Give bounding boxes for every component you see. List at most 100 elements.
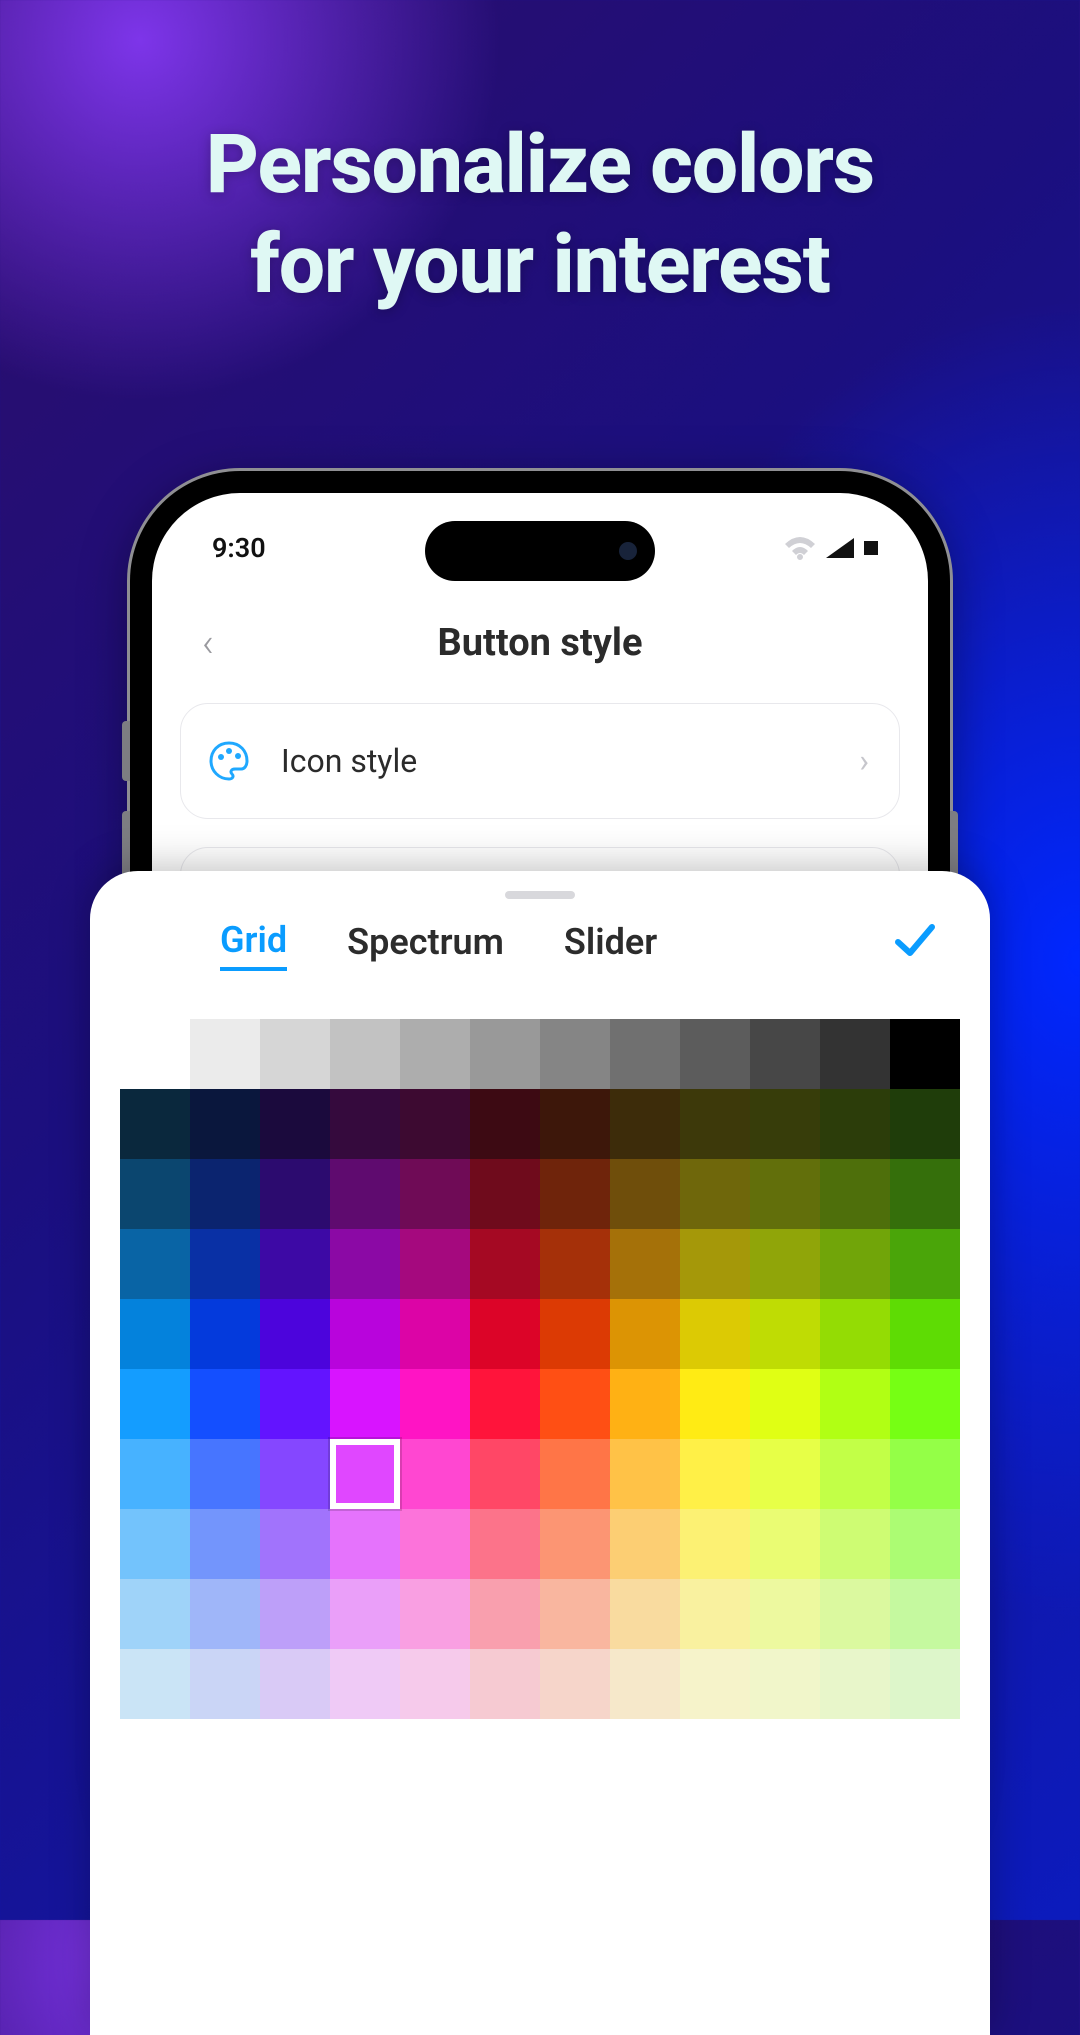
color-cell[interactable] bbox=[260, 1579, 330, 1649]
color-cell[interactable] bbox=[540, 1159, 610, 1229]
color-cell[interactable] bbox=[120, 1369, 190, 1439]
color-cell[interactable] bbox=[750, 1229, 820, 1299]
color-cell[interactable] bbox=[820, 1439, 890, 1509]
color-cell[interactable] bbox=[680, 1369, 750, 1439]
color-cell[interactable] bbox=[330, 1509, 400, 1579]
color-cell[interactable] bbox=[540, 1019, 610, 1089]
color-cell[interactable] bbox=[330, 1019, 400, 1089]
color-cell[interactable] bbox=[750, 1089, 820, 1159]
color-cell[interactable] bbox=[400, 1229, 470, 1299]
color-cell[interactable] bbox=[470, 1159, 540, 1229]
color-cell[interactable] bbox=[470, 1229, 540, 1299]
color-cell[interactable] bbox=[470, 1019, 540, 1089]
color-cell[interactable] bbox=[260, 1089, 330, 1159]
color-cell[interactable] bbox=[400, 1159, 470, 1229]
color-cell[interactable] bbox=[890, 1439, 960, 1509]
color-cell[interactable] bbox=[750, 1649, 820, 1719]
color-cell[interactable] bbox=[610, 1089, 680, 1159]
color-cell[interactable] bbox=[120, 1299, 190, 1369]
color-cell[interactable] bbox=[750, 1509, 820, 1579]
color-cell[interactable] bbox=[330, 1299, 400, 1369]
color-cell[interactable] bbox=[260, 1019, 330, 1089]
color-cell[interactable] bbox=[890, 1159, 960, 1229]
color-cell[interactable] bbox=[750, 1019, 820, 1089]
color-cell[interactable] bbox=[680, 1299, 750, 1369]
color-cell[interactable] bbox=[750, 1579, 820, 1649]
color-cell[interactable] bbox=[890, 1649, 960, 1719]
tab-grid[interactable]: Grid bbox=[220, 919, 287, 971]
color-cell[interactable] bbox=[120, 1019, 190, 1089]
color-cell[interactable] bbox=[330, 1159, 400, 1229]
color-cell[interactable] bbox=[540, 1089, 610, 1159]
back-chevron-icon[interactable]: ‹ bbox=[192, 610, 224, 677]
color-cell[interactable] bbox=[680, 1509, 750, 1579]
color-grid[interactable] bbox=[120, 1019, 960, 1719]
color-cell[interactable] bbox=[330, 1229, 400, 1299]
color-cell[interactable] bbox=[470, 1299, 540, 1369]
color-cell[interactable] bbox=[330, 1439, 400, 1509]
color-cell[interactable] bbox=[890, 1229, 960, 1299]
sheet-grabber[interactable] bbox=[505, 891, 575, 899]
color-cell[interactable] bbox=[470, 1089, 540, 1159]
color-cell[interactable] bbox=[610, 1579, 680, 1649]
color-cell[interactable] bbox=[750, 1159, 820, 1229]
color-cell[interactable] bbox=[540, 1439, 610, 1509]
color-cell[interactable] bbox=[190, 1509, 260, 1579]
color-cell[interactable] bbox=[400, 1019, 470, 1089]
color-cell[interactable] bbox=[470, 1579, 540, 1649]
tab-slider[interactable]: Slider bbox=[564, 921, 657, 969]
color-cell[interactable] bbox=[330, 1089, 400, 1159]
color-cell[interactable] bbox=[540, 1369, 610, 1439]
color-cell[interactable] bbox=[400, 1089, 470, 1159]
color-cell[interactable] bbox=[190, 1229, 260, 1299]
color-cell[interactable] bbox=[120, 1579, 190, 1649]
color-cell[interactable] bbox=[190, 1579, 260, 1649]
color-cell[interactable] bbox=[680, 1089, 750, 1159]
color-cell[interactable] bbox=[400, 1579, 470, 1649]
color-cell[interactable] bbox=[680, 1019, 750, 1089]
color-cell[interactable] bbox=[470, 1439, 540, 1509]
color-cell[interactable] bbox=[190, 1019, 260, 1089]
color-cell[interactable] bbox=[890, 1019, 960, 1089]
color-cell[interactable] bbox=[190, 1649, 260, 1719]
color-cell[interactable] bbox=[610, 1229, 680, 1299]
color-cell[interactable] bbox=[610, 1369, 680, 1439]
color-cell[interactable] bbox=[750, 1369, 820, 1439]
row-icon-style[interactable]: Icon style › bbox=[180, 703, 900, 819]
color-cell[interactable] bbox=[680, 1229, 750, 1299]
color-cell[interactable] bbox=[400, 1369, 470, 1439]
color-cell[interactable] bbox=[680, 1579, 750, 1649]
color-cell[interactable] bbox=[540, 1649, 610, 1719]
color-cell[interactable] bbox=[750, 1439, 820, 1509]
color-cell[interactable] bbox=[260, 1649, 330, 1719]
color-cell[interactable] bbox=[470, 1369, 540, 1439]
color-cell[interactable] bbox=[680, 1159, 750, 1229]
color-cell[interactable] bbox=[610, 1439, 680, 1509]
color-cell[interactable] bbox=[680, 1649, 750, 1719]
color-cell[interactable] bbox=[820, 1159, 890, 1229]
color-cell[interactable] bbox=[820, 1229, 890, 1299]
color-cell[interactable] bbox=[260, 1509, 330, 1579]
color-cell[interactable] bbox=[120, 1229, 190, 1299]
color-cell[interactable] bbox=[820, 1579, 890, 1649]
color-cell[interactable] bbox=[120, 1509, 190, 1579]
color-cell[interactable] bbox=[120, 1439, 190, 1509]
color-cell[interactable] bbox=[820, 1649, 890, 1719]
color-cell[interactable] bbox=[470, 1509, 540, 1579]
color-cell[interactable] bbox=[610, 1509, 680, 1579]
color-cell[interactable] bbox=[540, 1229, 610, 1299]
color-cell[interactable] bbox=[610, 1019, 680, 1089]
color-cell[interactable] bbox=[540, 1299, 610, 1369]
color-cell[interactable] bbox=[890, 1509, 960, 1579]
color-cell[interactable] bbox=[820, 1509, 890, 1579]
color-cell[interactable] bbox=[120, 1159, 190, 1229]
color-cell[interactable] bbox=[540, 1579, 610, 1649]
color-cell[interactable] bbox=[610, 1649, 680, 1719]
color-cell[interactable] bbox=[400, 1439, 470, 1509]
color-cell[interactable] bbox=[400, 1509, 470, 1579]
color-cell[interactable] bbox=[260, 1299, 330, 1369]
color-cell[interactable] bbox=[890, 1369, 960, 1439]
color-cell[interactable] bbox=[260, 1369, 330, 1439]
color-cell[interactable] bbox=[260, 1229, 330, 1299]
color-cell[interactable] bbox=[190, 1299, 260, 1369]
